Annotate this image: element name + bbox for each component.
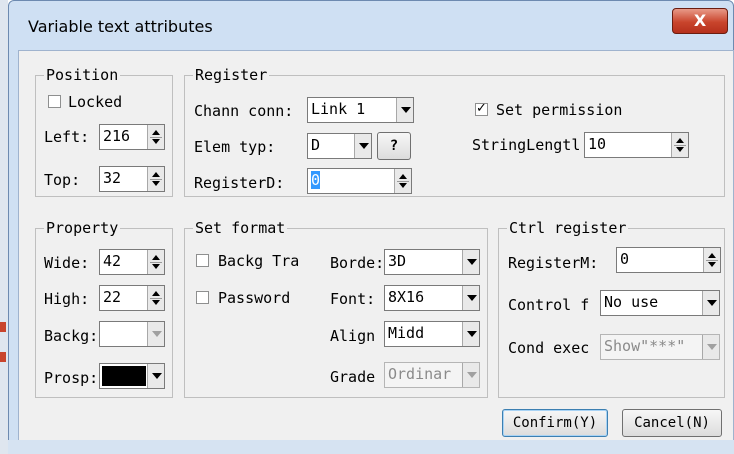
align-value: Midd bbox=[388, 324, 425, 342]
border-select[interactable]: 3D bbox=[384, 249, 480, 275]
registerm-spin-buttons[interactable] bbox=[703, 248, 720, 272]
left-value: 216 bbox=[103, 127, 131, 145]
close-icon: X bbox=[693, 11, 707, 30]
grade-label: Grade bbox=[330, 368, 376, 386]
font-dropdown-icon[interactable] bbox=[462, 286, 479, 310]
top-value: 32 bbox=[103, 169, 122, 187]
position-legend: Position bbox=[44, 66, 121, 84]
left-spinbox[interactable]: 216 bbox=[99, 124, 165, 150]
registerd-spinbox[interactable]: 0 bbox=[307, 168, 412, 194]
grade-value: Ordinar bbox=[388, 365, 452, 383]
chann-conn-value: Link 1 bbox=[311, 100, 366, 118]
password-label: Password bbox=[218, 289, 291, 307]
wide-spinbox[interactable]: 42 bbox=[99, 249, 165, 275]
chann-conn-dropdown-icon[interactable] bbox=[396, 98, 413, 122]
window-bottom-frame bbox=[8, 440, 734, 454]
chann-conn-select[interactable]: Link 1 bbox=[307, 97, 414, 123]
registerd-value: 0 bbox=[311, 171, 321, 189]
top-spinbox[interactable]: 32 bbox=[99, 166, 165, 192]
cond-exec-label: Cond exec bbox=[508, 339, 590, 357]
set-permission-label: Set permission bbox=[496, 101, 623, 119]
elem-typ-select[interactable]: D bbox=[307, 133, 372, 159]
set-format-legend: Set format bbox=[193, 219, 288, 237]
left-label: Left: bbox=[44, 128, 90, 146]
elem-typ-value: D bbox=[311, 136, 321, 154]
backg-label: Backg: bbox=[44, 327, 99, 345]
border-label: Borde: bbox=[330, 254, 385, 272]
prosp-label: Prosp: bbox=[44, 369, 99, 387]
wide-spin-buttons[interactable] bbox=[147, 250, 164, 274]
property-legend: Property bbox=[44, 219, 121, 237]
prosp-color-swatch bbox=[102, 366, 146, 386]
background-marker bbox=[0, 322, 6, 332]
dialog-title: Variable text attributes bbox=[28, 17, 213, 36]
password-checkbox[interactable] bbox=[196, 291, 209, 304]
control-label: Control f bbox=[508, 296, 590, 314]
left-spin-buttons[interactable] bbox=[147, 125, 164, 149]
locked-checkbox[interactable] bbox=[48, 95, 61, 108]
high-spin-buttons[interactable] bbox=[147, 286, 164, 310]
cancel-button[interactable]: Cancel(N) bbox=[622, 409, 722, 437]
set-permission-checkbox[interactable] bbox=[475, 101, 488, 116]
backg-dropdown-icon[interactable] bbox=[147, 322, 164, 346]
register-legend: Register bbox=[193, 66, 270, 84]
font-value: 8X16 bbox=[388, 288, 425, 306]
high-spinbox[interactable]: 22 bbox=[99, 285, 165, 311]
align-label: Align bbox=[330, 327, 376, 345]
font-select[interactable]: 8X16 bbox=[384, 285, 480, 311]
wide-value: 42 bbox=[103, 252, 122, 270]
font-label: Font: bbox=[330, 290, 376, 308]
control-dropdown-icon[interactable] bbox=[702, 291, 719, 315]
registerm-value: 0 bbox=[620, 250, 630, 268]
grade-dropdown-icon[interactable] bbox=[462, 363, 479, 387]
stringlength-value: 10 bbox=[588, 135, 607, 153]
cond-exec-value: Show"***" bbox=[604, 337, 686, 355]
close-button[interactable]: X bbox=[672, 8, 728, 34]
border-dropdown-icon[interactable] bbox=[462, 250, 479, 274]
stringlength-label: StringLengtl bbox=[472, 136, 581, 154]
prosp-dropdown-icon[interactable] bbox=[147, 364, 164, 388]
background-window-edge bbox=[0, 0, 8, 454]
backg-color-swatch bbox=[102, 324, 146, 344]
stringlength-spin-buttons[interactable] bbox=[671, 133, 688, 157]
high-value: 22 bbox=[103, 288, 122, 306]
stringlength-spinbox[interactable]: 10 bbox=[584, 132, 689, 158]
control-value: No use bbox=[604, 293, 659, 311]
locked-label: Locked bbox=[68, 93, 123, 111]
cond-exec-select[interactable]: Show"***" bbox=[600, 334, 720, 360]
backg-tra-checkbox[interactable] bbox=[196, 254, 209, 267]
high-label: High: bbox=[44, 290, 90, 308]
backg-color-select[interactable] bbox=[99, 321, 165, 347]
confirm-button[interactable]: Confirm(Y) bbox=[502, 409, 608, 437]
registerm-label: RegisterM: bbox=[508, 254, 599, 272]
cond-exec-dropdown-icon[interactable] bbox=[702, 335, 719, 359]
elem-typ-label: Elem typ: bbox=[194, 138, 276, 156]
ctrl-register-legend: Ctrl register bbox=[507, 219, 629, 237]
wide-label: Wide: bbox=[44, 254, 90, 272]
control-select[interactable]: No use bbox=[600, 290, 720, 316]
align-select[interactable]: Midd bbox=[384, 321, 480, 347]
backg-tra-label: Backg Tra bbox=[218, 252, 300, 270]
registerm-spinbox[interactable]: 0 bbox=[616, 247, 721, 273]
top-label: Top: bbox=[44, 171, 81, 189]
chann-conn-label: Chann conn: bbox=[194, 102, 294, 120]
top-spin-buttons[interactable] bbox=[147, 167, 164, 191]
align-dropdown-icon[interactable] bbox=[462, 322, 479, 346]
registerd-label: RegisterD: bbox=[194, 174, 285, 192]
border-value: 3D bbox=[388, 252, 407, 270]
background-marker bbox=[0, 352, 6, 362]
registerd-spin-buttons[interactable] bbox=[394, 169, 411, 193]
help-button[interactable]: ? bbox=[377, 132, 411, 160]
grade-select[interactable]: Ordinar bbox=[384, 362, 480, 388]
elem-typ-dropdown-icon[interactable] bbox=[354, 134, 371, 158]
prosp-color-select[interactable] bbox=[99, 363, 165, 389]
